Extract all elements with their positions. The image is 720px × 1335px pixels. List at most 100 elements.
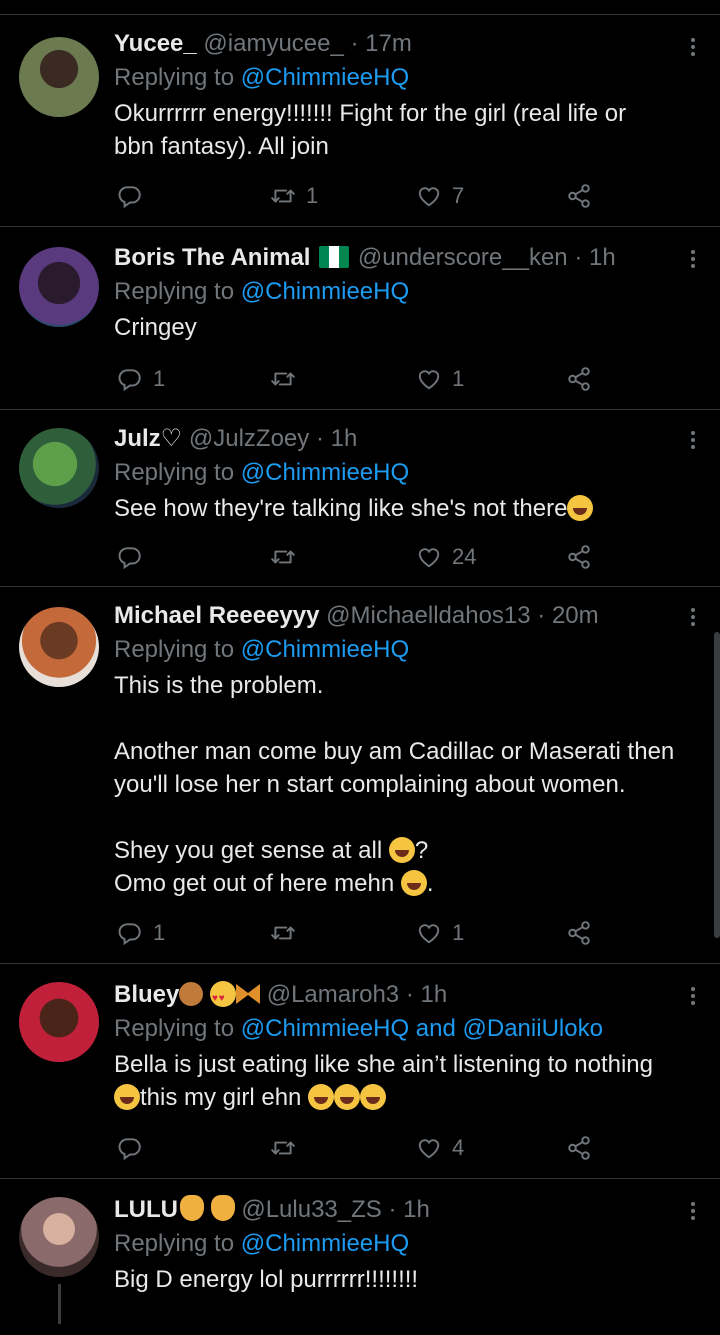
share-button[interactable] [566,176,592,216]
like-count: 24 [452,544,477,569]
display-name[interactable]: Julz♡ [114,425,182,452]
tweet[interactable]: Julz♡ @JulzZoey · 1h Replying to @Chimmi… [0,410,720,587]
timestamp[interactable]: · 1h [388,1196,429,1223]
tweet-text: This is the problem. Another man come bu… [114,672,675,897]
scrollbar[interactable] [714,632,720,938]
tweet-text: Bella is just eating like she ain’t list… [114,1051,653,1111]
share-button[interactable] [566,913,592,953]
timestamp[interactable]: · 1h [316,425,357,452]
timestamp[interactable]: · 17m [351,30,412,57]
more-options-icon[interactable] [688,247,698,271]
reply-icon [117,183,143,209]
tweet[interactable]: Boris The Animal @underscore__ken · 1h R… [0,227,720,410]
more-options-icon[interactable] [688,605,698,629]
avatar[interactable] [19,247,99,327]
like-button[interactable]: 1 [416,913,464,953]
share-button[interactable] [566,537,592,577]
like-button[interactable]: 1 [416,359,464,399]
retweet-button[interactable] [270,537,306,577]
like-button[interactable]: 24 [416,537,476,577]
laughing-emoji-icon [400,870,427,896]
retweet-button[interactable] [270,1128,306,1168]
mention-link[interactable]: @ChimmieeHQ [241,636,409,663]
handle[interactable]: @Lamaroh3 [267,981,399,1008]
avatar[interactable] [19,37,99,117]
butterfly-emoji-icon [236,984,261,1004]
share-icon [566,183,592,209]
handle[interactable]: @underscore__ken [358,244,568,271]
tweet[interactable]: Yucee_ @iamyucee_ · 17m Replying to @Chi… [0,15,720,227]
retweet-button[interactable]: 1 [270,176,318,216]
display-name[interactable]: LULU [114,1196,178,1223]
mention-link[interactable]: @ChimmieeHQ and @DaniiUloko [241,1015,603,1042]
like-count: 1 [452,920,465,945]
reply-icon [117,366,143,392]
reply-button[interactable]: 1 [117,913,165,953]
replying-to: Replying to @ChimmieeHQ [114,1230,410,1257]
timestamp[interactable]: · 1h [406,981,447,1008]
rofl-emoji-icon [334,1084,361,1110]
tweet-text: Big D energy lol purrrrrr!!!!!!!! [114,1266,419,1293]
heart-eyes-emoji-icon [210,981,237,1014]
heart-icon [416,920,442,946]
display-name[interactable]: Bluey [114,981,179,1008]
tweet[interactable]: Bluey @Lamaroh3 · 1h Replying to @Chimmi… [0,964,720,1179]
mention-link[interactable]: @ChimmieeHQ [241,278,409,305]
more-options-icon[interactable] [688,428,698,452]
reply-icon [117,544,143,570]
princess-emoji-icon [179,1195,204,1221]
mention-link[interactable]: @ChimmieeHQ [241,1230,409,1257]
thread-connector-line [58,1284,61,1324]
tweet-text: Cringey [114,314,197,341]
laughing-emoji-icon [567,495,594,521]
reply-button[interactable] [117,176,153,216]
replying-to: Replying to @ChimmieeHQ [114,636,410,663]
display-name[interactable]: Michael Reeeeyyy [114,602,319,629]
reply-button[interactable] [117,537,153,577]
tweet[interactable]: LULU @Lulu33_ZS · 1h Replying to @Chimmi… [0,1179,720,1335]
handle[interactable]: @JulzZoey [189,425,309,452]
like-count: 1 [452,366,465,391]
avatar[interactable] [19,982,99,1062]
display-name[interactable]: Boris The Animal [114,244,310,271]
avatar[interactable] [19,428,99,508]
more-options-icon[interactable] [688,984,698,1008]
reply-count: 1 [153,366,166,391]
laughing-emoji-icon [308,1084,335,1110]
more-options-icon[interactable] [688,35,698,59]
like-button[interactable]: 4 [416,1128,464,1168]
retweet-icon [270,920,296,946]
share-icon [566,544,592,570]
share-button[interactable] [566,1128,592,1168]
retweet-button[interactable] [270,913,306,953]
more-options-icon[interactable] [688,1199,698,1223]
laughing-emoji-icon [114,1084,140,1110]
replying-to: Replying to @ChimmieeHQ and @DaniiUloko [114,1015,603,1042]
share-button[interactable] [566,359,592,399]
reply-button[interactable]: 1 [117,359,165,399]
tweet[interactable]: Michael Reeeeyyy @Michaelldahos13 · 20m … [0,587,720,964]
nigeria-flag-icon [319,246,350,268]
like-count: 4 [452,1135,465,1160]
retweet-icon [270,366,296,392]
avatar[interactable] [19,607,99,687]
handle[interactable]: @Lulu33_ZS [241,1196,381,1223]
heart-icon [416,544,442,570]
tweet-text: See how they're talking like she's not t… [114,492,702,525]
handle[interactable]: @Michaelldahos13 [326,602,530,629]
mention-link[interactable]: @ChimmieeHQ [241,459,409,486]
avatar[interactable] [19,1197,99,1277]
rofl-emoji-icon [360,1084,387,1110]
retweet-button[interactable] [270,359,306,399]
heart-icon [416,366,442,392]
like-button[interactable]: 7 [416,176,464,216]
reply-button[interactable] [117,1128,153,1168]
handle[interactable]: @iamyucee_ [203,30,343,57]
mention-link[interactable]: @ChimmieeHQ [241,64,409,91]
timestamp[interactable]: · 1h [574,244,615,271]
display-name[interactable]: Yucee_ [114,30,197,57]
retweet-icon [270,1135,296,1161]
replying-to: Replying to @ChimmieeHQ [114,459,410,486]
timestamp[interactable]: · 20m [537,602,598,629]
reply-icon [117,1135,143,1161]
